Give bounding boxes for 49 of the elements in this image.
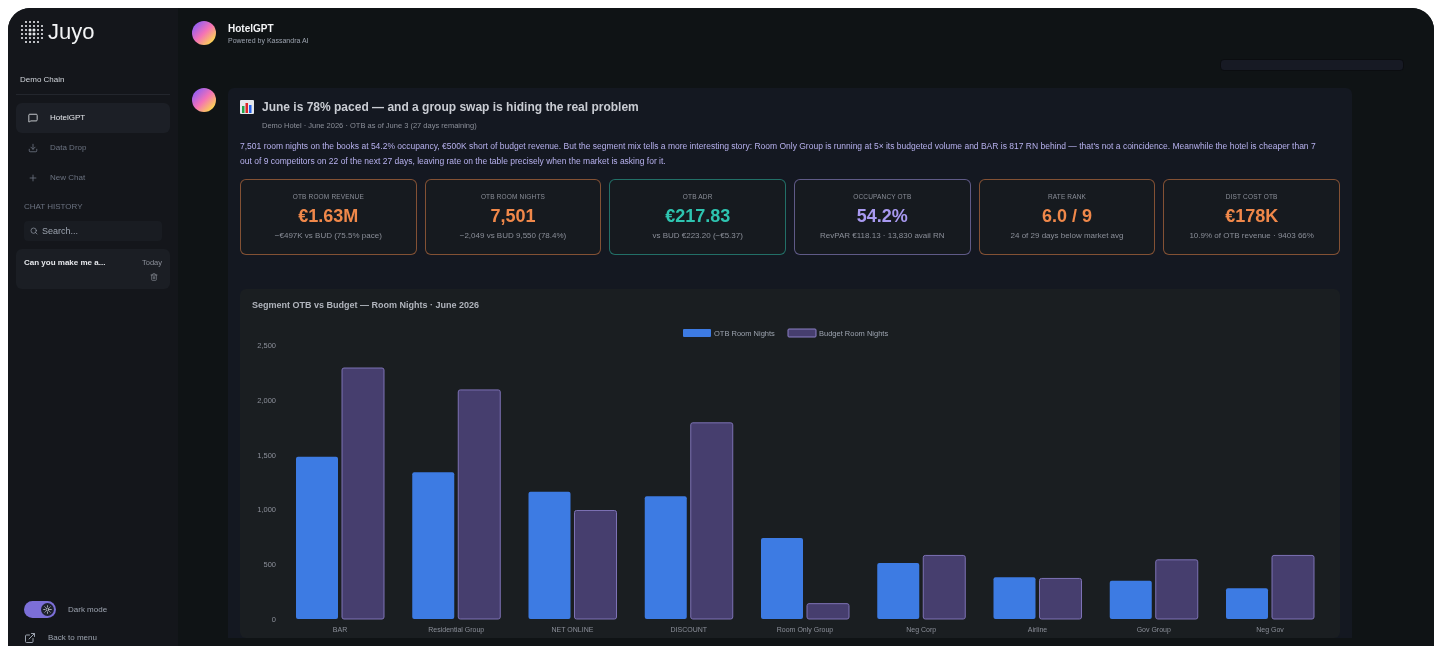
- kpi-note: −2,049 vs BUD 9,550 (78.4%): [459, 230, 567, 243]
- bar: [1109, 580, 1152, 620]
- chat-icon: [28, 113, 38, 123]
- kpi-note: −€497K vs BUD (75.5% pace): [274, 230, 382, 243]
- bar: [1226, 588, 1268, 620]
- message-body: 7,501 room nights on the books at 54.2% occupancy, €500K short of budget revenue. But the segment mix tells a more interesting story: Room Only Group is running at 5× its budgeted volume and BAR is 817 RN behind — that's not a coincidence. Meanwhile the hotel is cheaper than 7 out of 9 competitors on 22 of the next 27 days, leaving rate on the table precisely when the market is asking for it.: [240, 140, 1317, 169]
- kpi-note: RevPAR €118.13 · 13,830 avail RN: [820, 230, 945, 243]
- kpi-note: vs BUD €223.20 (−€5.37): [652, 230, 743, 243]
- kpi-value: €1.63M: [298, 207, 359, 226]
- legend-swatch: [787, 328, 817, 338]
- kpi-value: 6.0 / 9: [1041, 207, 1092, 226]
- download-icon: [28, 143, 38, 153]
- back-to-menu-link[interactable]: Back to menu: [16, 632, 170, 644]
- legend-swatch: [683, 329, 711, 338]
- kpi-value: 7,501: [490, 207, 536, 226]
- dark-mode-label: Dark mode: [68, 603, 108, 616]
- section-heading: CHAT HISTORY: [24, 201, 84, 213]
- logo-icon: [20, 20, 44, 44]
- bar: [1271, 555, 1315, 620]
- avatar: [192, 88, 216, 112]
- kpi-value: 54.2%: [856, 207, 908, 226]
- chat-title: Can you make me a...: [24, 257, 106, 269]
- plus-icon: [28, 173, 38, 183]
- nav-item[interactable]: HotelGPT: [16, 103, 170, 133]
- search-field[interactable]: Search...: [24, 221, 162, 241]
- nav-item[interactable]: Data Drop: [16, 133, 170, 163]
- bar: [877, 563, 920, 620]
- kpi-note: 10.9% of OTB revenue · 9403 66%: [1189, 230, 1314, 243]
- bar: [1039, 578, 1082, 620]
- dark-mode-toggle[interactable]: [24, 601, 56, 618]
- bar: [922, 555, 966, 620]
- app-title: HotelGPT: [228, 22, 275, 36]
- bar: [993, 577, 1036, 620]
- trash-icon[interactable]: [150, 273, 158, 281]
- bar: [806, 603, 850, 620]
- message-title: June is 78% paced — and a group swap is hiding the real problem: [262, 99, 639, 116]
- kpi-value: €178K: [1225, 207, 1279, 226]
- avatar: [192, 21, 216, 45]
- kpi-value: €217.83: [665, 207, 731, 226]
- bar-chart-icon: [240, 100, 254, 114]
- logo-text: Juyo: [48, 21, 95, 43]
- external-link-icon: [24, 632, 36, 644]
- chart-title: Segment OTB vs Budget — Room Nights · June 2026: [251, 299, 481, 313]
- bar: [1155, 559, 1199, 620]
- search-icon: [30, 227, 38, 235]
- kpi-note: 24 of 29 days below market avg: [1010, 230, 1124, 243]
- org-name: Demo Chain: [20, 74, 66, 86]
- sun-icon: [43, 605, 52, 614]
- nav-item[interactable]: New Chat: [16, 163, 170, 193]
